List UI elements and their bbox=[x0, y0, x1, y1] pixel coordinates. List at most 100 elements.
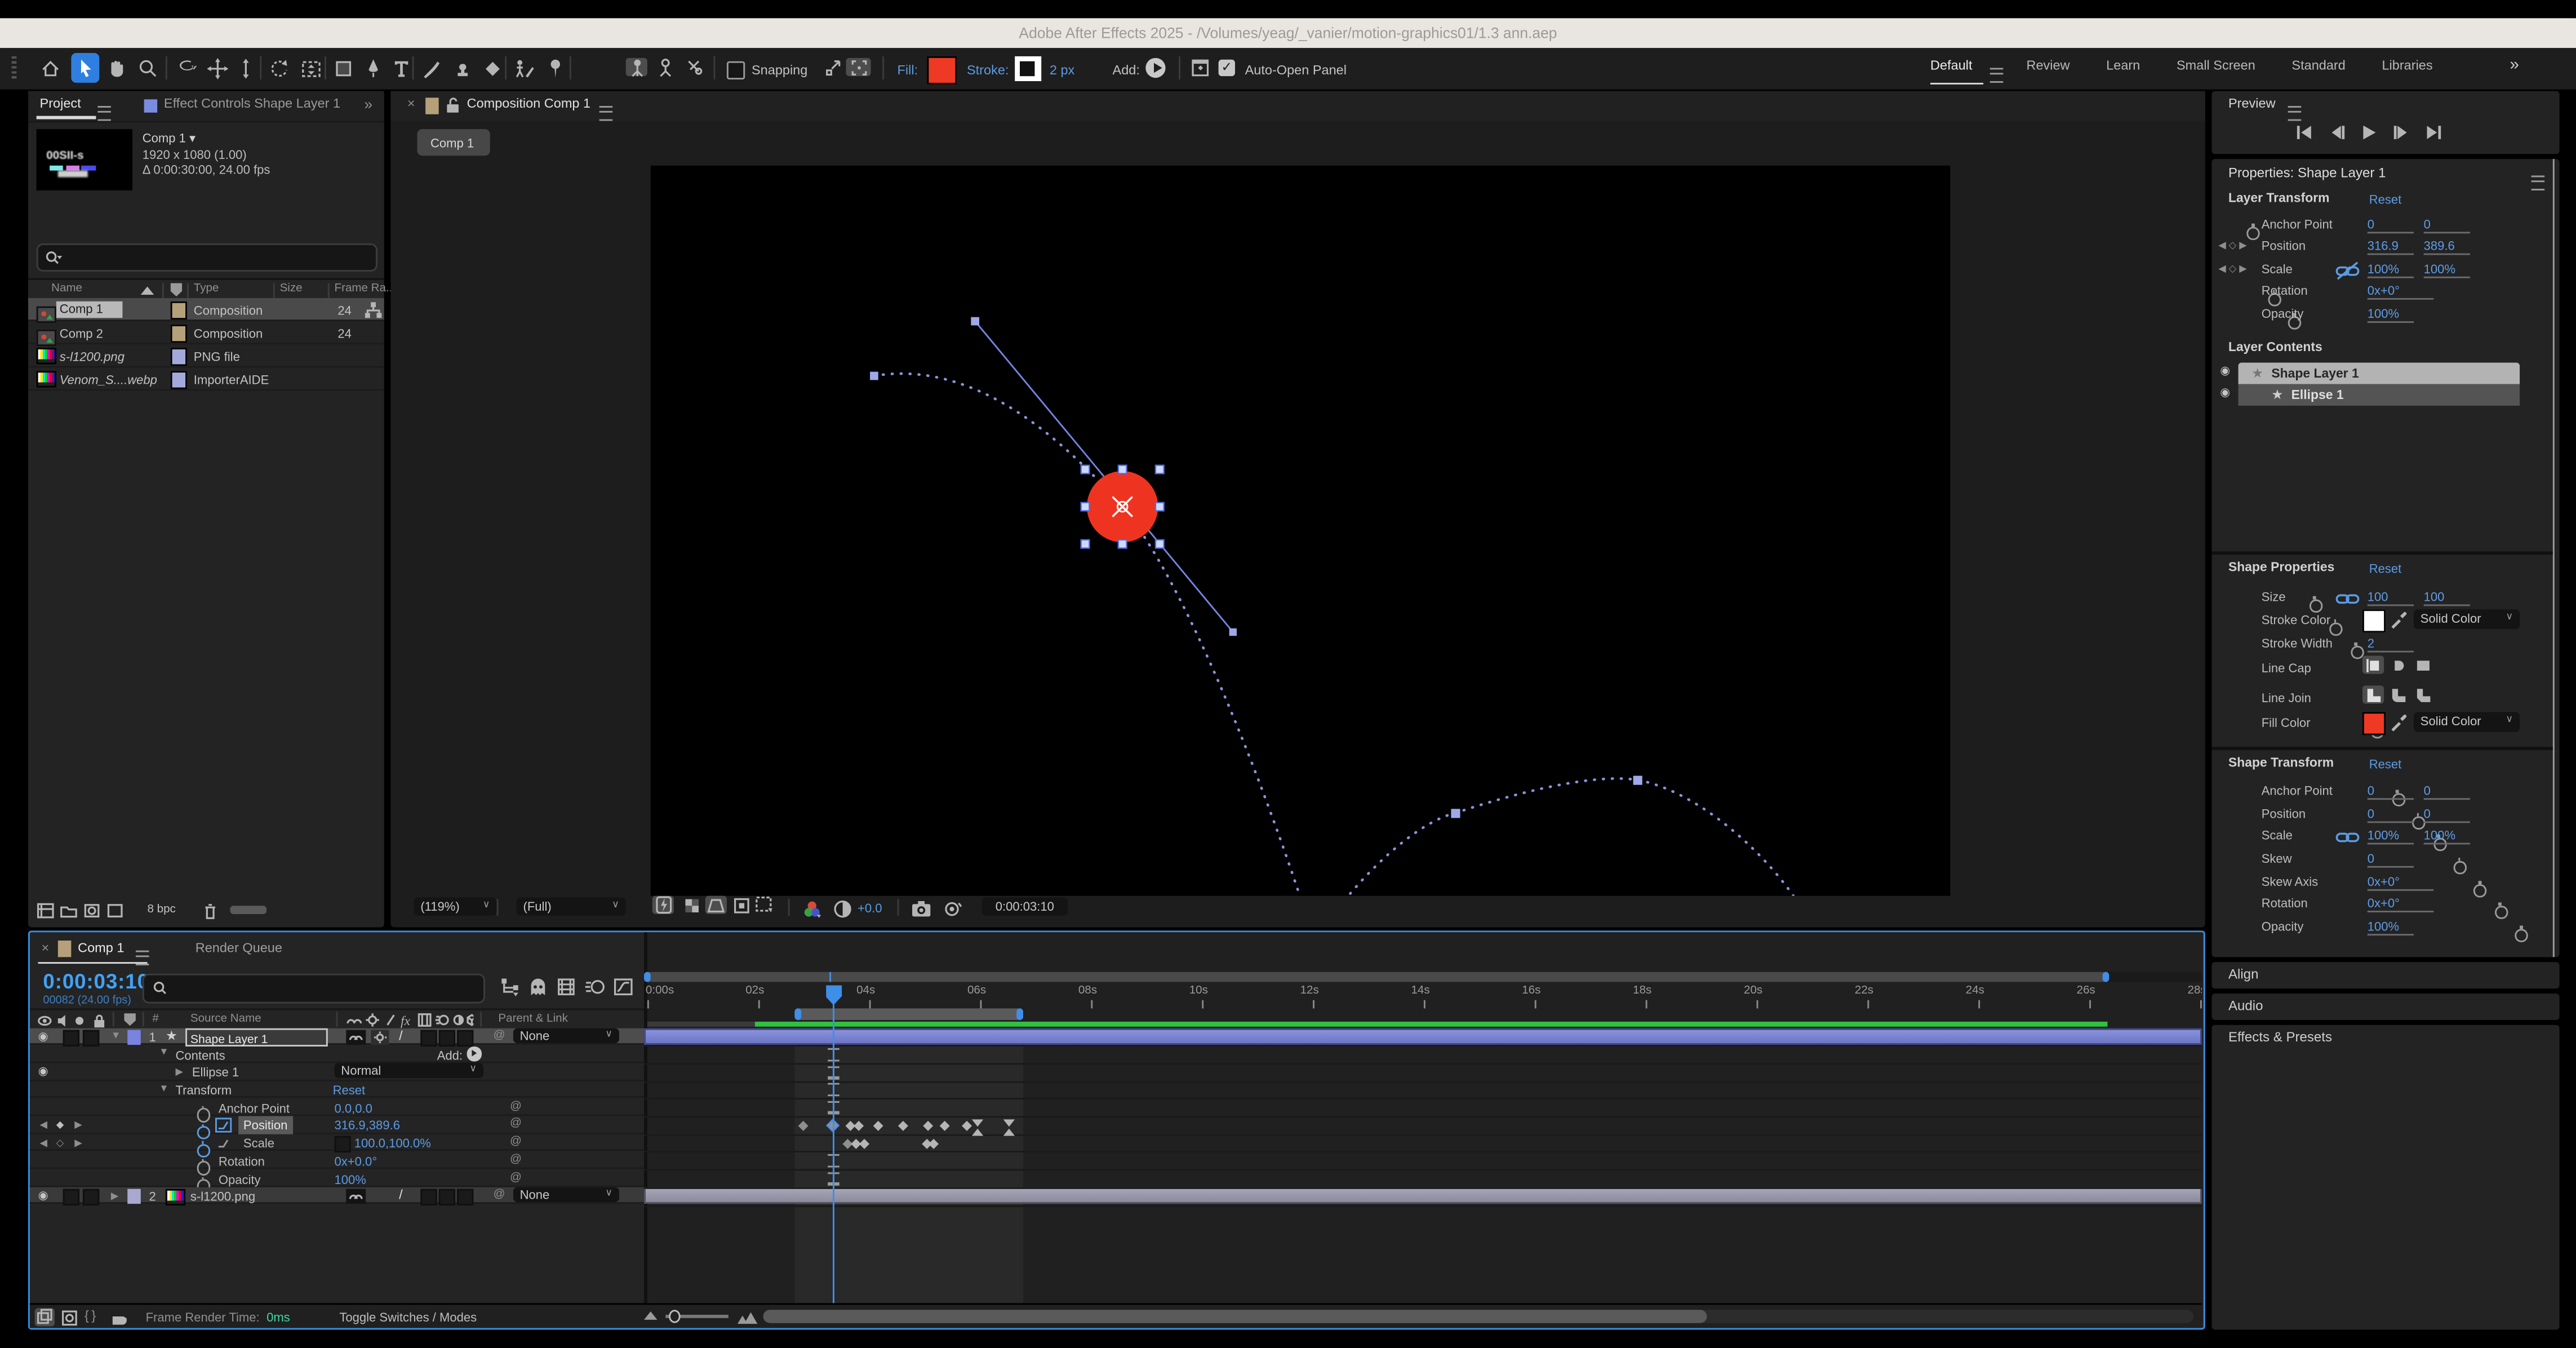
shrink-selection-icon[interactable] bbox=[818, 53, 846, 83]
timeline-tab-close-icon[interactable]: × bbox=[41, 941, 49, 955]
project-item-row[interactable]: s-l1200.png PNG file bbox=[28, 344, 384, 367]
anchor-x-value[interactable]: 0 bbox=[2368, 217, 2414, 233]
fill-mode-dropdown[interactable]: Solid Color∨ bbox=[2414, 712, 2520, 731]
audio-panel[interactable]: Audio bbox=[2212, 994, 2560, 1020]
path-vertices[interactable] bbox=[870, 317, 1950, 896]
work-area-end-handle[interactable] bbox=[1016, 1008, 1023, 1020]
snapping-label[interactable]: Snapping bbox=[752, 63, 807, 78]
item-name[interactable]: Comp 2 bbox=[60, 325, 103, 340]
keyframe-nav-icons[interactable]: ◀ ◇ ▶ bbox=[2218, 240, 2247, 252]
layer2-duration-bar[interactable] bbox=[644, 1187, 2202, 1204]
scale-row[interactable]: ◀ ◇ ▶ Scale 100.0,100.0% @ bbox=[30, 1134, 644, 1151]
timeline-navigator[interactable] bbox=[644, 972, 2202, 982]
expander-icon[interactable]: ▼ bbox=[159, 1084, 168, 1094]
keyframe-toggle-icon[interactable]: ◇ bbox=[56, 1137, 64, 1149]
auto-open-label[interactable]: Auto-Open Panel bbox=[1245, 63, 1347, 78]
grid-guides-icon[interactable] bbox=[753, 896, 775, 914]
audio-panel-title[interactable]: Audio bbox=[2228, 999, 2263, 1013]
stroke-width-value[interactable]: 2 bbox=[2368, 636, 2414, 652]
navigator-end-handle[interactable] bbox=[2103, 972, 2109, 982]
stopwatch-icon[interactable] bbox=[2248, 226, 2261, 240]
transform-label[interactable]: Transform bbox=[175, 1083, 232, 1098]
prev-keyframe-icon[interactable]: ◀ bbox=[40, 1119, 48, 1131]
link-icon[interactable] bbox=[2334, 589, 2361, 608]
panel-toggle-icon[interactable] bbox=[1185, 53, 1214, 83]
rotation-row[interactable]: Rotation 0x+0.0° @ bbox=[30, 1151, 644, 1169]
timeline-search-input[interactable] bbox=[143, 974, 485, 1004]
keyframe-toggle-icon[interactable]: ◆ bbox=[56, 1119, 64, 1131]
stroke-width-value[interactable]: 2 px bbox=[1050, 63, 1074, 78]
timeline-tab-render-queue[interactable]: Render Queue bbox=[196, 941, 282, 955]
parent-dropdown[interactable]: None∨ bbox=[513, 1187, 619, 1202]
project-item-row[interactable]: Venom_S....webp ImporterAIDE bbox=[28, 367, 384, 391]
stopwatch-icon[interactable] bbox=[2454, 860, 2467, 874]
puppet-position-pin-icon[interactable] bbox=[626, 58, 647, 76]
pen-tool-icon[interactable] bbox=[359, 53, 388, 83]
size-x-value[interactable]: 100 bbox=[2368, 589, 2414, 606]
navigator-start-handle[interactable] bbox=[644, 972, 651, 982]
prev-keyframe-icon[interactable]: ◀ bbox=[40, 1137, 48, 1149]
timeline-zoom-slider[interactable] bbox=[665, 1315, 729, 1318]
type-tool-icon[interactable] bbox=[388, 53, 416, 83]
in-out-duration-icon[interactable]: { } bbox=[85, 1308, 96, 1323]
new-composition-icon[interactable] bbox=[83, 902, 101, 919]
project-tabs-overflow-icon[interactable]: » bbox=[364, 96, 372, 112]
shape-position-y[interactable]: 0 bbox=[2424, 806, 2470, 823]
shape-scale-x[interactable]: 100% bbox=[2368, 828, 2414, 844]
home-icon[interactable] bbox=[37, 53, 65, 83]
fast-previews-icon[interactable] bbox=[652, 896, 674, 914]
shy-icon[interactable] bbox=[346, 1189, 366, 1203]
item-name[interactable]: Comp 1 bbox=[56, 301, 123, 318]
workspace-menu-icon[interactable] bbox=[1990, 68, 2004, 82]
shape-transform-title[interactable]: Shape Transform bbox=[2228, 755, 2334, 770]
align-panel[interactable]: Align bbox=[2212, 962, 2560, 988]
eye-icon[interactable]: ◉ bbox=[2220, 386, 2230, 400]
frame-blend-toggle[interactable] bbox=[420, 1029, 437, 1045]
eraser-tool-icon[interactable] bbox=[478, 53, 507, 83]
rotation-value[interactable]: 0x+0° bbox=[2368, 283, 2434, 299]
keyframe[interactable]: ◆ bbox=[962, 1119, 972, 1133]
trash-icon[interactable] bbox=[202, 902, 218, 920]
column-frame-rate[interactable]: Frame Ra... bbox=[335, 283, 396, 295]
shy-icon[interactable] bbox=[346, 1029, 366, 1044]
audio-toggle[interactable] bbox=[63, 1189, 79, 1205]
position-keyframes-track[interactable]: ◆◆◆◆◆◆◆◆◆ bbox=[644, 1118, 2202, 1134]
collapse-transformations-icon[interactable] bbox=[371, 1029, 389, 1044]
link-dimensions-toggle[interactable] bbox=[335, 1136, 351, 1152]
shape-transform-reset[interactable]: Reset bbox=[2369, 756, 2402, 770]
quality-toggle[interactable]: / bbox=[399, 1187, 403, 1202]
pickwhip-icon[interactable]: @ bbox=[494, 1189, 505, 1201]
transfer-controls-icon[interactable] bbox=[61, 1310, 78, 1326]
line-join-miter-button[interactable] bbox=[2362, 685, 2384, 703]
pickwhip-icon[interactable]: @ bbox=[510, 1101, 522, 1112]
tab-effect-controls[interactable]: Effect Controls Shape Layer 1 bbox=[164, 96, 340, 110]
timeline-tab-comp[interactable]: Comp 1 bbox=[78, 941, 124, 955]
mask-visibility-icon[interactable] bbox=[705, 896, 727, 914]
work-area-start-handle[interactable] bbox=[794, 1008, 801, 1020]
solo-toggle[interactable] bbox=[83, 1189, 99, 1205]
motion-blur-icon[interactable] bbox=[584, 977, 606, 997]
puppet-pin-tool-icon[interactable] bbox=[541, 53, 570, 83]
item-label-swatch[interactable] bbox=[171, 371, 187, 389]
keyframe[interactable]: ◆ bbox=[898, 1119, 908, 1133]
ellipse-row[interactable]: ◉ ▶ Ellipse 1 Normal∨ bbox=[30, 1063, 644, 1080]
selection-tool-icon[interactable] bbox=[71, 53, 99, 83]
scale-y-value[interactable]: 100% bbox=[2424, 261, 2470, 278]
orbit-camera-tool-icon[interactable] bbox=[172, 53, 201, 83]
tab-project[interactable]: Project bbox=[40, 96, 81, 110]
transparency-grid-icon[interactable] bbox=[681, 896, 702, 914]
layer-transform-reset[interactable]: Reset bbox=[2369, 191, 2402, 206]
render-time-icon[interactable] bbox=[109, 1309, 129, 1325]
project-panel-menu-icon[interactable] bbox=[97, 106, 111, 121]
work-area-bar[interactable] bbox=[794, 1008, 1023, 1020]
draft-3d-icon[interactable] bbox=[528, 977, 548, 997]
graph-editor-icon[interactable] bbox=[612, 977, 634, 997]
layer-row-image[interactable]: ◉ ▶ 2 s-l1200.png / @ None∨ bbox=[30, 1187, 644, 1204]
expander-icon[interactable]: ▼ bbox=[111, 1031, 121, 1041]
shape-position-x[interactable]: 0 bbox=[2368, 806, 2414, 823]
position-value[interactable]: 316.9,389.6 bbox=[335, 1119, 400, 1133]
project-scrollbar[interactable] bbox=[230, 906, 267, 913]
workspace-overflow-icon[interactable]: » bbox=[2510, 56, 2519, 74]
effects-toggle[interactable] bbox=[457, 1189, 473, 1205]
dolly-camera-tool-icon[interactable] bbox=[232, 53, 260, 83]
